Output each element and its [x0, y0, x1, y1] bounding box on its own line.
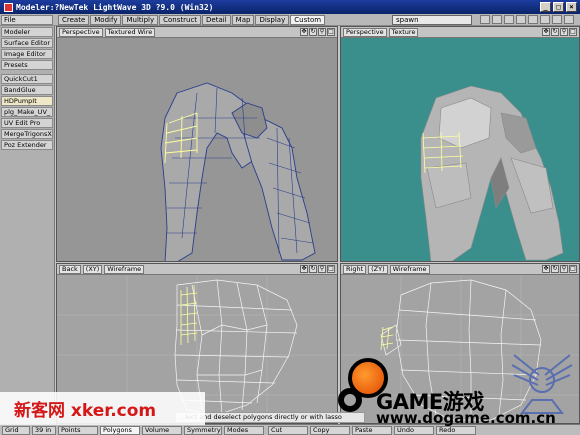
- view-type-select[interactable]: Perspective: [343, 27, 387, 37]
- tab-custom[interactable]: Custom: [290, 15, 326, 25]
- window-controls: _ □ ×: [540, 2, 577, 12]
- maximize-view-icon[interactable]: □: [569, 265, 577, 273]
- viewport-controls: ✥ ↻ ⚲ □: [300, 265, 335, 273]
- viewport-controls: ✥ ↻ ⚲ □: [542, 28, 577, 36]
- view-type-select[interactable]: Right: [343, 264, 367, 274]
- layer-icon[interactable]: [516, 15, 526, 24]
- viewport-header: Perspective Textured Wire ✥ ↻ ⚲ □: [57, 27, 337, 38]
- tab-display[interactable]: Display: [255, 15, 290, 25]
- viewport-controls: ✥ ↻ ⚲ □: [542, 265, 577, 273]
- rotate-view-icon[interactable]: ↻: [551, 28, 559, 36]
- wings-logo-icon: [511, 354, 573, 414]
- polygons-mode-button[interactable]: Polygons: [100, 426, 140, 435]
- symmetry-button[interactable]: Symmetry: [184, 426, 222, 435]
- rotate-view-icon[interactable]: ↻: [309, 265, 317, 273]
- move-view-icon[interactable]: ✥: [300, 265, 308, 273]
- move-view-icon[interactable]: ✥: [542, 28, 550, 36]
- tab-construct[interactable]: Construct: [159, 15, 202, 25]
- maximize-view-icon[interactable]: □: [327, 265, 335, 273]
- viewport-top-left[interactable]: Perspective Textured Wire ✥ ↻ ⚲ □: [56, 26, 338, 262]
- window-title: Modeler:?NewTek LightWave 3D ?9.0 (Win32…: [16, 2, 214, 12]
- layer-icon[interactable]: [528, 15, 538, 24]
- grid-readout: Grid: [2, 426, 30, 435]
- tab-create[interactable]: Create: [58, 15, 90, 25]
- close-button[interactable]: ×: [566, 2, 577, 12]
- rotate-view-icon[interactable]: ↻: [309, 28, 317, 36]
- grid-size-readout: 39 in: [32, 426, 56, 435]
- zoom-view-icon[interactable]: ⚲: [318, 265, 326, 273]
- move-view-icon[interactable]: ✥: [542, 265, 550, 273]
- rotate-view-icon[interactable]: ↻: [551, 265, 559, 273]
- modes-button[interactable]: Modes: [224, 426, 264, 435]
- sidebar-item-poz-extender[interactable]: Poz Extender: [1, 140, 53, 150]
- sidebar-item-hdpumpit[interactable]: HDPumpIt: [1, 96, 53, 106]
- maximize-button[interactable]: □: [553, 2, 564, 12]
- menu-bar: File Create Modify Multiply Construct De…: [0, 14, 580, 26]
- render-mode-select[interactable]: Wireframe: [104, 264, 145, 274]
- file-menu[interactable]: File: [1, 15, 53, 25]
- viewport-header: Right (ZY) Wireframe ✥ ↻ ⚲ □: [341, 264, 579, 275]
- object-select[interactable]: spawn: [392, 15, 472, 25]
- title-bar: Modeler:?NewTek LightWave 3D ?9.0 (Win32…: [0, 0, 580, 14]
- layer-icon[interactable]: [492, 15, 502, 24]
- zoom-view-icon[interactable]: ⚲: [560, 28, 568, 36]
- sidebar-item-make-uv[interactable]: plg_Make_UV_: [1, 107, 53, 117]
- points-mode-button[interactable]: Points: [58, 426, 98, 435]
- sidebar-item-surface-editor[interactable]: Surface Editor: [1, 38, 53, 48]
- maximize-view-icon[interactable]: □: [327, 28, 335, 36]
- tool-sidebar: Modeler Surface Editor Image Editor Pres…: [0, 26, 55, 424]
- axis-label: (XY): [82, 264, 103, 274]
- sidebar-item-image-editor[interactable]: Image Editor: [1, 49, 53, 59]
- layer-icon[interactable]: [552, 15, 562, 24]
- dogame-ring-icon: [338, 388, 362, 412]
- sidebar-item-bandglue[interactable]: BandGlue: [1, 85, 53, 95]
- tab-modify[interactable]: Modify: [90, 15, 122, 25]
- wire-mesh-view: [160, 82, 316, 261]
- cut-button[interactable]: Cut: [268, 426, 308, 435]
- maximize-view-icon[interactable]: □: [569, 28, 577, 36]
- sidebar-item-uv-edit-pro[interactable]: UV Edit Pro: [1, 118, 53, 128]
- viewport-header: Back (XY) Wireframe ✥ ↻ ⚲ □: [57, 264, 337, 275]
- tab-multiply[interactable]: Multiply: [122, 15, 159, 25]
- watermark-xker: 新客网 xker.com: [0, 392, 205, 425]
- shaded-model-view: [420, 85, 564, 261]
- move-view-icon[interactable]: ✥: [300, 28, 308, 36]
- app-icon: [4, 2, 13, 12]
- tab-strip: Create Modify Multiply Construct Detail …: [58, 15, 326, 25]
- layer-icon[interactable]: [480, 15, 490, 24]
- layer-icon[interactable]: [540, 15, 550, 24]
- minimize-button[interactable]: _: [540, 2, 551, 12]
- layer-icons: [480, 15, 574, 24]
- viewport-top-right[interactable]: Perspective Texture ✥ ↻ ⚲ □: [340, 26, 580, 262]
- watermark-xker-text: 新客网 xker.com: [14, 401, 157, 421]
- render-mode-select[interactable]: Wireframe: [389, 264, 430, 274]
- volume-mode-button[interactable]: Volume: [142, 426, 182, 435]
- layer-icon[interactable]: [504, 15, 514, 24]
- sidebar-item-merge-trigons[interactable]: MergeTrigonsX: [1, 129, 53, 139]
- viewport-controls: ✥ ↻ ⚲ □: [300, 28, 335, 36]
- tab-map[interactable]: Map: [231, 15, 255, 25]
- zoom-view-icon[interactable]: ⚲: [318, 28, 326, 36]
- sidebar-item-presets[interactable]: Presets: [1, 60, 53, 70]
- zoom-view-icon[interactable]: ⚲: [560, 265, 568, 273]
- render-mode-select[interactable]: Texture: [388, 27, 419, 37]
- tab-detail[interactable]: Detail: [202, 15, 231, 25]
- viewport-header: Perspective Texture ✥ ↻ ⚲ □: [341, 27, 579, 38]
- view-type-select[interactable]: Back: [59, 264, 81, 274]
- layer-icon[interactable]: [564, 15, 574, 24]
- axis-label: (ZY): [368, 264, 388, 274]
- sidebar-item-modeler[interactable]: Modeler: [1, 27, 53, 37]
- sidebar-item-quickcut[interactable]: QuickCut1: [1, 74, 53, 84]
- view-type-select[interactable]: Perspective: [59, 27, 103, 37]
- render-mode-select[interactable]: Textured Wire: [104, 27, 156, 37]
